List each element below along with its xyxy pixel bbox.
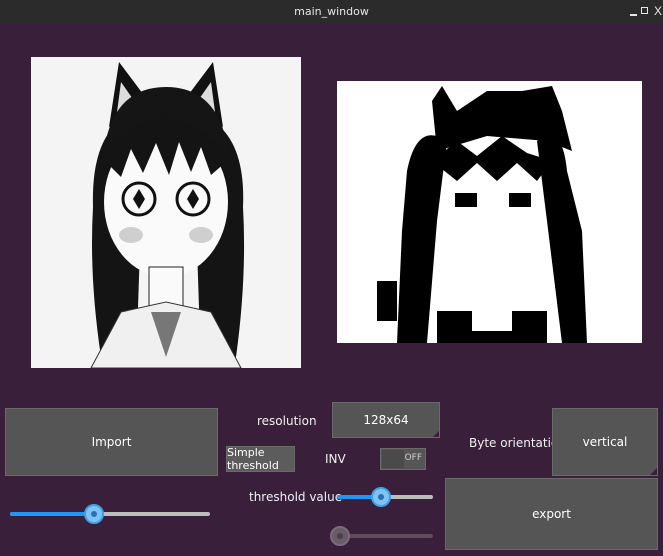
resolution-label: resolution	[257, 414, 317, 428]
import-button[interactable]: Import	[5, 408, 218, 476]
title-bar: main_window X	[0, 0, 663, 24]
original-image	[31, 57, 301, 368]
main-slider[interactable]	[10, 504, 210, 524]
close-icon[interactable]: X	[652, 4, 663, 18]
toggle-knob	[382, 450, 404, 468]
slider-handle[interactable]	[330, 526, 350, 546]
maximize-icon[interactable]	[639, 4, 651, 18]
export-button[interactable]: export	[445, 478, 658, 550]
threshold-slider[interactable]	[337, 487, 433, 507]
simple-threshold-button[interactable]: Simple threshold	[226, 446, 295, 472]
threshold-value-label: threshold value	[249, 490, 343, 504]
byte-orientation-dropdown[interactable]: vertical	[552, 408, 658, 476]
inv-toggle-state: OFF	[404, 453, 422, 463]
resolution-dropdown[interactable]: 128x64	[332, 402, 440, 438]
window-title: main_window	[294, 5, 369, 18]
inv-toggle[interactable]: OFF	[380, 448, 426, 470]
slider-handle[interactable]	[371, 487, 392, 507]
preview-image	[337, 81, 642, 343]
main-window: main_window X Import resolution 128x64 S…	[0, 0, 663, 556]
slider-fill	[10, 512, 94, 516]
inv-label: INV	[325, 452, 346, 466]
secondary-slider[interactable]	[330, 526, 433, 546]
slider-handle[interactable]	[84, 504, 104, 524]
